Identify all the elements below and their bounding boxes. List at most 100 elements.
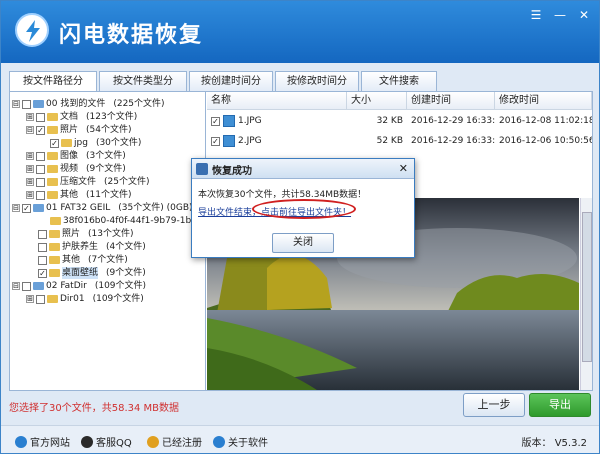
tab-file-search[interactable]: 文件搜索 [361, 71, 437, 91]
official-site-label: 官方网站 [30, 438, 70, 449]
tree-item[interactable]: 38f016b0-4f0f-44f1-9b79-1b1a24 [50, 215, 205, 227]
tree-item[interactable]: 照片 (13个文件) [38, 228, 134, 240]
file-size: 52 KB [376, 136, 403, 146]
column-created[interactable]: 创建时间 [407, 92, 495, 109]
expand-icon[interactable]: ⊞ [26, 165, 34, 173]
preview-scrollbar[interactable] [580, 198, 592, 390]
column-size[interactable]: 大小 [347, 92, 407, 109]
folder-icon [49, 269, 60, 277]
checkbox[interactable] [36, 177, 45, 187]
previous-step-button[interactable]: 上一步 [463, 393, 525, 417]
checkbox[interactable]: ✓ [36, 125, 45, 135]
tree-item[interactable]: ⊟ 00 找到的文件 (225个文件) [12, 98, 165, 110]
tab-by-path[interactable]: 按文件路径分类 [9, 71, 97, 106]
tree-label: 其他 [62, 255, 81, 265]
tree-count: (109个文件) [92, 294, 144, 304]
tree-item[interactable]: ✓ jpg (30个文件) [50, 137, 141, 149]
file-name: 2.JPG [238, 136, 262, 146]
jpg-file-icon [223, 115, 235, 127]
checkbox[interactable] [36, 164, 45, 174]
tree-count: (25个文件) [104, 177, 150, 187]
close-button[interactable]: ✕ [575, 7, 593, 23]
expand-icon[interactable]: ⊞ [26, 113, 34, 121]
dialog-close-ok-button[interactable]: 关闭 [272, 233, 334, 253]
about-link[interactable]: 关于软件 [213, 434, 268, 449]
tree-item[interactable]: ⊞ Dir01 (109个文件) [26, 293, 144, 305]
footer: 官方网站 客服QQ 已经注册 关于软件 版本： V5.3.2 [1, 425, 599, 453]
checkbox[interactable] [36, 151, 45, 161]
dialog-message: 本次恢复30个文件，共计58.34MB数据！ [198, 190, 367, 200]
minimize-button[interactable]: — [551, 7, 569, 23]
checkbox[interactable] [36, 190, 45, 200]
dialog-close-button[interactable]: ✕ [399, 162, 408, 175]
tab-by-modified[interactable]: 按修改时间分类 [275, 71, 359, 106]
checkbox[interactable] [22, 281, 31, 291]
collapse-icon[interactable]: ⊟ [12, 100, 20, 108]
expand-icon[interactable]: ⊞ [26, 178, 34, 186]
tree-item[interactable]: ⊞ 其他 (11个文件) [26, 189, 132, 201]
registered-link[interactable]: 已经注册 [147, 434, 202, 449]
collapse-icon[interactable]: ⊟ [12, 204, 20, 212]
tab-by-created[interactable]: 按创建时间分类 [189, 71, 273, 106]
tree-label: 文档 [60, 112, 79, 122]
tree-count: (4个文件) [106, 242, 146, 252]
folder-icon [49, 243, 60, 251]
export-button[interactable]: 导出 [529, 393, 591, 417]
tree-item[interactable]: ⊟ 02 FatDir (109个文件) [12, 280, 146, 292]
official-site-link[interactable]: 官方网站 [15, 434, 70, 449]
expand-icon[interactable]: ⊞ [26, 191, 34, 199]
tree-label: 照片 [62, 229, 81, 239]
scrollbar-thumb[interactable] [582, 212, 592, 362]
tree-item[interactable]: ⊞ 图像 (3个文件) [26, 150, 126, 162]
checkbox[interactable] [38, 229, 47, 239]
tree-item[interactable]: ⊟ ✓ 01 FAT32 GEIL (35个文件) (0GB) [12, 202, 193, 214]
tree-count: (109个文件) [94, 281, 147, 291]
collapse-icon[interactable]: ⊟ [12, 282, 20, 290]
support-qq-link[interactable]: 客服QQ [81, 434, 132, 449]
menu-button[interactable]: ☰ [527, 7, 545, 23]
checkbox[interactable] [38, 255, 47, 265]
tree-item[interactable]: ✓ 桌面壁纸 (9个文件) [38, 267, 146, 279]
folder-tree[interactable]: ⊟ 00 找到的文件 (225个文件) ⊞ 文档 (123个文件) ⊟ ✓ 照片 (54个文件… [10, 92, 206, 390]
column-modified[interactable]: 修改时间 [495, 92, 592, 109]
column-name[interactable]: 名称 [207, 92, 347, 109]
checkbox[interactable]: ✓ [211, 136, 220, 146]
previous-step-label: 上一步 [477, 398, 511, 411]
folder-icon [47, 178, 58, 186]
tab-by-type[interactable]: 按文件类型分类 [99, 71, 187, 106]
checkbox[interactable]: ✓ [211, 116, 220, 126]
file-list-header: 名称 大小 创建时间 修改时间 [207, 92, 592, 110]
file-row[interactable]: ✓ 1.JPG 32 KB 2016-12-29 16:33:30 2016-12… [207, 112, 592, 130]
tree-item[interactable]: ⊟ ✓ 照片 (54个文件) [26, 124, 132, 136]
info-icon [213, 435, 225, 448]
checkbox[interactable] [22, 99, 31, 109]
tree-item[interactable]: ⊞ 压缩文件 (25个文件) [26, 176, 150, 188]
export-label: 导出 [549, 398, 571, 411]
expand-icon[interactable]: ⊞ [26, 152, 34, 160]
tree-label: Dir01 [60, 294, 85, 304]
dialog-title-bar: 恢复成功 ✕ [192, 159, 414, 179]
file-row[interactable]: ✓ 2.JPG 52 KB 2016-12-29 16:33:30 2016-12… [207, 132, 592, 150]
tree-label: jpg [74, 138, 88, 148]
checkbox[interactable] [36, 112, 45, 122]
drive-icon [33, 282, 44, 290]
expand-icon[interactable]: ⊞ [26, 295, 34, 303]
checkbox[interactable]: ✓ [22, 203, 31, 213]
checkbox[interactable] [36, 294, 45, 304]
folder-icon [49, 230, 60, 238]
checkbox[interactable] [38, 242, 47, 252]
app-icon [196, 163, 208, 175]
tree-item[interactable]: ⊞ 文档 (123个文件) [26, 111, 137, 123]
tree-item[interactable]: 其他 (7个文件) [38, 254, 128, 266]
tree-item[interactable]: ⊞ 视频 (9个文件) [26, 163, 126, 175]
tree-label: 桌面壁纸 [62, 267, 99, 279]
checkbox[interactable]: ✓ [38, 268, 47, 278]
checkbox[interactable]: ✓ [50, 138, 59, 148]
globe-icon [15, 435, 27, 448]
tree-item[interactable]: 护肤养生 (4个文件) [38, 241, 146, 253]
file-created: 2016-12-29 16:33:30 [411, 136, 495, 146]
collapse-icon[interactable]: ⊟ [26, 126, 34, 134]
tree-count: (13个文件) [88, 229, 134, 239]
selection-status: 您选择了30个文件，共58.34 MB数据 [9, 403, 180, 414]
highlight-ellipse [252, 199, 356, 219]
